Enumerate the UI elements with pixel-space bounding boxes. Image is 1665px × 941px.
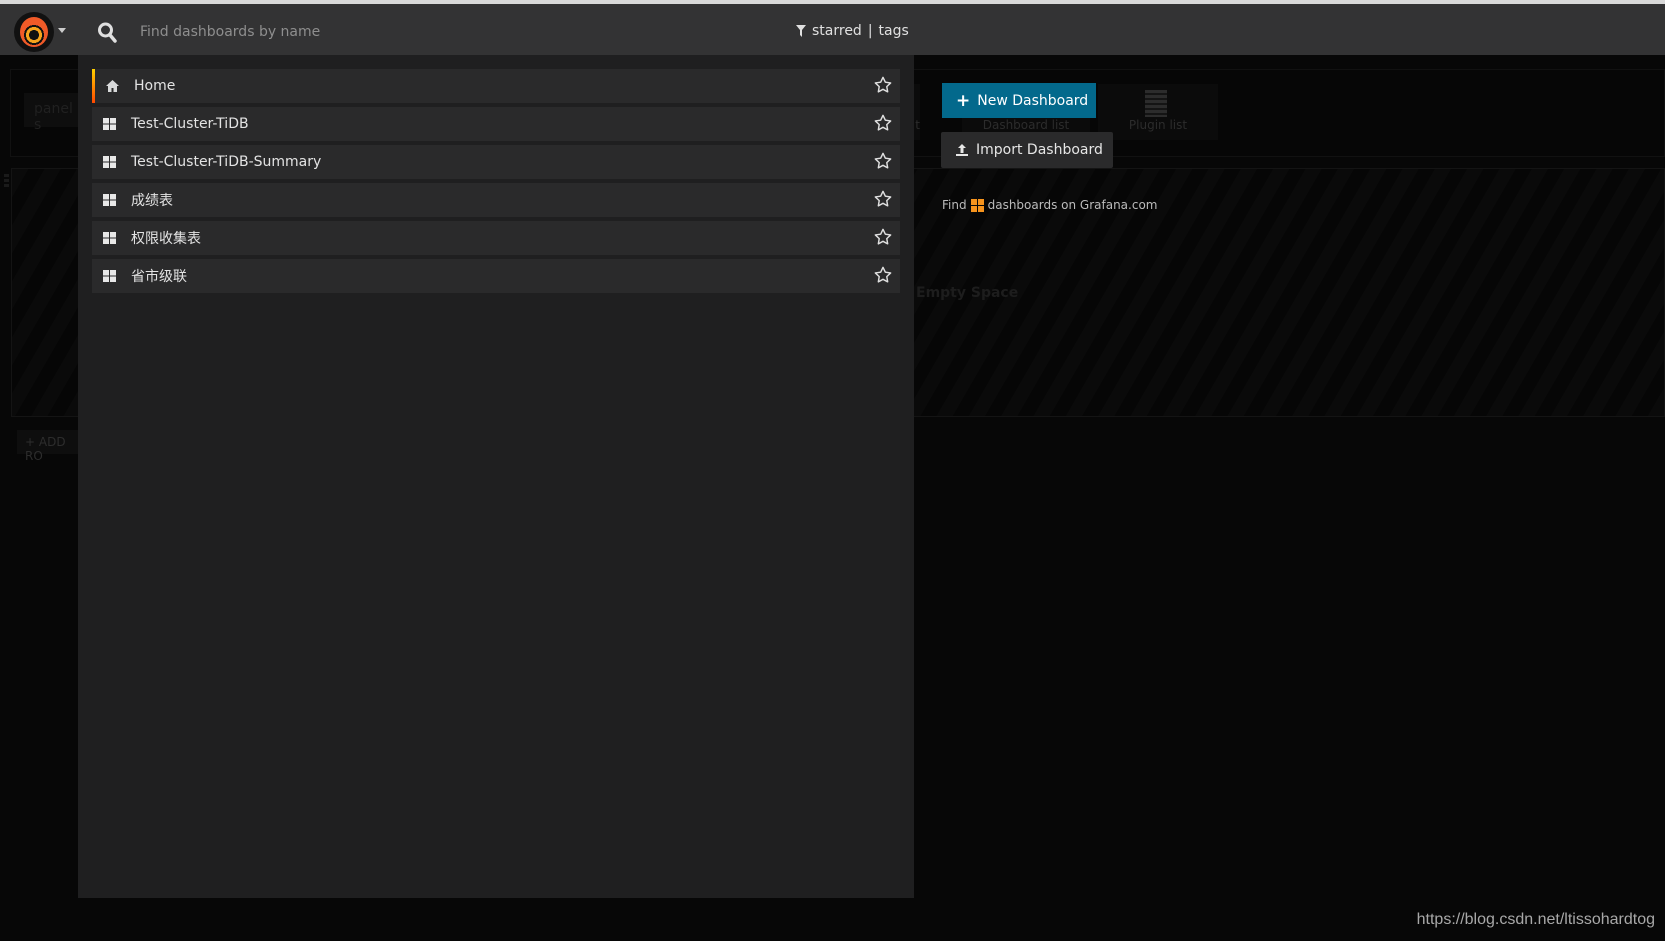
dashboard-list-item[interactable]: Test-Cluster-TiDB xyxy=(92,107,900,141)
dashboard-title: 成绩表 xyxy=(131,193,173,209)
dashboard-search-results: Home Test-Cluster-TiDB Test-Cluster-TiDB-S… xyxy=(78,55,914,898)
filter-icon xyxy=(796,25,806,37)
upload-icon xyxy=(956,144,968,156)
new-dashboard-label: New Dashboard xyxy=(977,92,1089,109)
dashboard-title: 权限收集表 xyxy=(131,231,201,247)
dashboard-title: 省市级联 xyxy=(131,269,187,285)
search-icon xyxy=(98,22,117,43)
dashboard-title: Home xyxy=(134,78,176,94)
background-panel-search: panel s xyxy=(24,93,84,133)
grafana-logo-icon[interactable] xyxy=(14,12,54,52)
dashboard-grid-icon xyxy=(103,270,116,282)
row-drag-handle xyxy=(4,174,9,188)
home-icon xyxy=(106,80,119,92)
star-icon[interactable] xyxy=(874,76,892,94)
import-dashboard-button[interactable]: Import Dashboard xyxy=(941,132,1113,168)
empty-space-label: Empty Space xyxy=(916,285,1019,301)
watermark: https://blog.csdn.net/ltissohardtog xyxy=(1416,911,1655,928)
find-prefix: Find xyxy=(942,198,967,212)
add-row-button: + ADD RO xyxy=(17,430,87,463)
star-icon[interactable] xyxy=(874,152,892,170)
dashboard-grid-icon xyxy=(103,156,116,168)
star-icon[interactable] xyxy=(874,114,892,132)
find-on-grafana-link[interactable]: Find dashboards on Grafana.com xyxy=(942,198,1157,212)
dashboard-list-item[interactable]: 省市级联 xyxy=(92,259,900,293)
dashboard-list-item[interactable]: 成绩表 xyxy=(92,183,900,217)
caret-down-icon[interactable] xyxy=(58,28,66,37)
dashboard-title: Test-Cluster-TiDB-Summary xyxy=(131,154,322,170)
filter-separator: | xyxy=(867,23,873,39)
plugin-list-label: Plugin list xyxy=(1128,118,1188,132)
star-icon[interactable] xyxy=(874,190,892,208)
dashboard-list-item[interactable]: Test-Cluster-TiDB-Summary xyxy=(92,145,900,179)
filter-tags[interactable]: tags xyxy=(879,23,909,39)
top-navbar: starred | tags xyxy=(0,4,1665,55)
import-dashboard-label: Import Dashboard xyxy=(976,142,1103,158)
filter-starred[interactable]: starred xyxy=(812,23,862,39)
dashboard-list-item[interactable]: 权限收集表 xyxy=(92,221,900,255)
dashboard-list-item[interactable]: Home xyxy=(92,69,900,103)
dashboard-grid-icon xyxy=(103,194,116,206)
grafana-dashboards-icon xyxy=(970,198,984,212)
star-icon[interactable] xyxy=(874,266,892,284)
new-dashboard-button[interactable]: + New Dashboard xyxy=(942,83,1096,118)
star-icon[interactable] xyxy=(874,228,892,246)
dashboard-title: Test-Cluster-TiDB xyxy=(131,116,249,132)
plugin-list-icon xyxy=(1145,90,1167,117)
dashboard-grid-icon xyxy=(103,232,116,244)
dashboard-search-input[interactable] xyxy=(140,19,740,45)
dashboard-grid-icon xyxy=(103,118,116,130)
plus-icon: + xyxy=(956,90,971,111)
search-filters: starred | tags xyxy=(796,23,909,39)
find-suffix: dashboards on Grafana.com xyxy=(987,198,1158,212)
